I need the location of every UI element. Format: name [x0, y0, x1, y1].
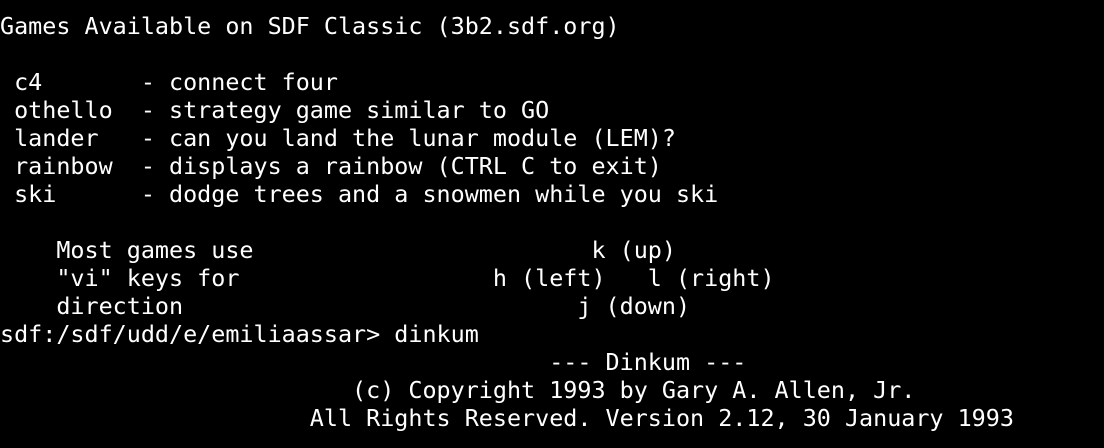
terminal-window[interactable]: Games Available on SDF Classic (3b2.sdf.…	[0, 0, 1104, 448]
game-entry-lander: lander - can you land the lunar module (…	[0, 124, 676, 152]
game-entry-rainbow: rainbow - displays a rainbow (CTRL C to …	[0, 152, 662, 180]
dinkum-title: --- Dinkum ---	[0, 348, 747, 376]
game-entry-othello: othello - strategy game similar to GO	[0, 96, 550, 124]
vi-keys-help-line-2: "vi" keys for h (left) l (right)	[0, 264, 775, 292]
dinkum-copyright: (c) Copyright 1993 by Gary A. Allen, Jr.	[0, 376, 916, 404]
vi-keys-help-line-3: direction j (down)	[0, 292, 691, 320]
dinkum-version: All Rights Reserved. Version 2.12, 30 Ja…	[0, 404, 1014, 432]
game-entry-c4: c4 - connect four	[0, 68, 338, 96]
shell-prompt-command: sdf:/sdf/udd/e/emiliaassar> dinkum	[0, 320, 479, 348]
games-header-line: Games Available on SDF Classic (3b2.sdf.…	[0, 12, 620, 40]
game-entry-ski: ski - dodge trees and a snowmen while yo…	[0, 180, 719, 208]
vi-keys-help-line-1: Most games use k (up)	[0, 236, 676, 264]
